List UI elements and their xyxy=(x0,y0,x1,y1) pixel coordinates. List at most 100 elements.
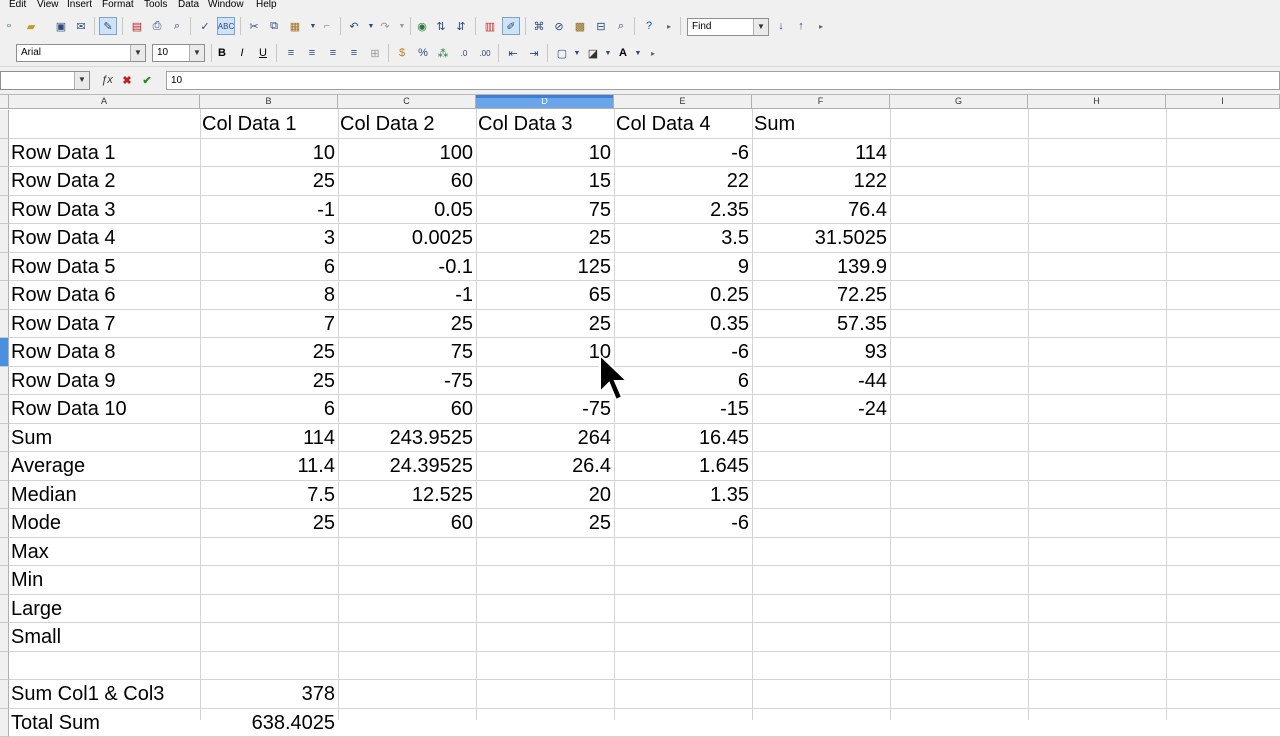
data-sources-icon[interactable]: ⊟ xyxy=(592,17,610,35)
cell-d22[interactable] xyxy=(478,709,611,737)
cell-c4[interactable]: 0.05 xyxy=(340,196,473,224)
cell-c12[interactable]: 243.9525 xyxy=(340,424,473,452)
name-box[interactable]: ▼ xyxy=(0,71,90,90)
undo-icon[interactable]: ↶ xyxy=(345,17,363,35)
cell-f7[interactable]: 72.25 xyxy=(754,281,887,309)
cell-b21[interactable]: 378 xyxy=(202,680,335,708)
cell-f21[interactable] xyxy=(754,680,887,708)
row-header[interactable] xyxy=(0,338,9,367)
cell-a14[interactable]: Median xyxy=(11,481,197,509)
cell-c3[interactable]: 60 xyxy=(340,167,473,195)
gallery-icon[interactable]: ▩ xyxy=(571,17,589,35)
find-previous-icon[interactable]: ↑ xyxy=(792,17,810,35)
cell-a7[interactable]: Row Data 6 xyxy=(11,281,197,309)
cell-b14[interactable]: 7.5 xyxy=(202,481,335,509)
find-toolbar-options-icon[interactable]: ▸ xyxy=(812,17,830,35)
cell-f9[interactable]: 93 xyxy=(754,338,887,366)
increase-indent-icon[interactable]: ⇥ xyxy=(525,44,543,62)
cell-e14[interactable]: 1.35 xyxy=(616,481,749,509)
menu-help[interactable]: Help xyxy=(256,0,277,10)
new-document-icon[interactable]: ▫ xyxy=(0,17,18,35)
cell-c20[interactable] xyxy=(340,652,473,680)
cell-d3[interactable]: 15 xyxy=(478,167,611,195)
cell-b12[interactable]: 114 xyxy=(202,424,335,452)
menu-view[interactable]: View xyxy=(37,0,59,10)
font-size-box[interactable]: 10 ▼ xyxy=(152,44,205,62)
row-header[interactable] xyxy=(0,367,9,396)
cell-a11[interactable]: Row Data 10 xyxy=(11,395,197,423)
toolbar-options-icon[interactable]: ▸ xyxy=(660,17,678,35)
cell-f18[interactable] xyxy=(754,595,887,623)
accept-icon[interactable]: ✔ xyxy=(138,71,156,89)
cell-b17[interactable] xyxy=(202,566,335,594)
delete-decimal-icon[interactable]: .00 xyxy=(476,44,494,62)
cell-e7[interactable]: 0.25 xyxy=(616,281,749,309)
cell-d21[interactable] xyxy=(478,680,611,708)
cell-f5[interactable]: 31.5025 xyxy=(754,224,887,252)
cell-b15[interactable]: 25 xyxy=(202,509,335,537)
cell-e11[interactable]: -15 xyxy=(616,395,749,423)
row-header[interactable] xyxy=(0,452,9,481)
cell-a19[interactable]: Small xyxy=(11,623,197,651)
align-right-icon[interactable]: ≡ xyxy=(324,44,342,62)
cell-f10[interactable]: -44 xyxy=(754,367,887,395)
redo-dropdown-icon[interactable]: ▼ xyxy=(393,17,411,35)
standard-format-icon[interactable]: ⁂ xyxy=(434,44,452,62)
copy-icon[interactable]: ⧉ xyxy=(265,17,283,35)
cell-d17[interactable] xyxy=(478,566,611,594)
row-header[interactable] xyxy=(0,253,9,282)
cell-f17[interactable] xyxy=(754,566,887,594)
cell-f11[interactable]: -24 xyxy=(754,395,887,423)
cell-e22[interactable] xyxy=(616,709,749,737)
cell-b18[interactable] xyxy=(202,595,335,623)
print-icon[interactable]: ⎙ xyxy=(148,17,166,35)
cell-d13[interactable]: 26.4 xyxy=(478,452,611,480)
row-header[interactable] xyxy=(0,281,9,310)
cell-b9[interactable]: 25 xyxy=(202,338,335,366)
cell-f16[interactable] xyxy=(754,538,887,566)
cell-d1[interactable]: Col Data 3 xyxy=(478,110,611,138)
cell-d11[interactable]: -75 xyxy=(478,395,611,423)
column-header-d[interactable]: D xyxy=(476,95,614,109)
row-header[interactable] xyxy=(0,481,9,510)
align-center-icon[interactable]: ≡ xyxy=(303,44,321,62)
autospellcheck-icon[interactable]: ABC xyxy=(217,17,235,35)
cell-c11[interactable]: 60 xyxy=(340,395,473,423)
menu-format[interactable]: Format xyxy=(102,0,134,10)
cell-c21[interactable] xyxy=(340,680,473,708)
menu-insert[interactable]: Insert xyxy=(67,0,92,10)
cell-a3[interactable]: Row Data 2 xyxy=(11,167,197,195)
cell-e20[interactable] xyxy=(616,652,749,680)
row-header[interactable] xyxy=(0,680,9,709)
font-size-dropdown-icon[interactable]: ▼ xyxy=(189,45,204,61)
cell-d16[interactable] xyxy=(478,538,611,566)
cell-a13[interactable]: Average xyxy=(11,452,197,480)
cell-f8[interactable]: 57.35 xyxy=(754,310,887,338)
cell-c5[interactable]: 0.0025 xyxy=(340,224,473,252)
italic-button[interactable]: I xyxy=(233,44,251,62)
cell-e13[interactable]: 1.645 xyxy=(616,452,749,480)
cell-b20[interactable] xyxy=(202,652,335,680)
column-header-g[interactable]: G xyxy=(890,95,1028,109)
cell-e2[interactable]: -6 xyxy=(616,139,749,167)
cell-a2[interactable]: Row Data 1 xyxy=(11,139,197,167)
formatting-toolbar-options-icon[interactable]: ▸ xyxy=(644,44,662,62)
cell-a12[interactable]: Sum xyxy=(11,424,197,452)
cell-f3[interactable]: 122 xyxy=(754,167,887,195)
cell-d10[interactable] xyxy=(478,367,611,395)
align-left-icon[interactable]: ≡ xyxy=(282,44,300,62)
cell-f12[interactable] xyxy=(754,424,887,452)
print-preview-icon[interactable]: ⌕ xyxy=(168,17,186,35)
column-header-c[interactable]: C xyxy=(338,95,476,109)
row-header[interactable] xyxy=(0,595,9,624)
cell-c9[interactable]: 75 xyxy=(340,338,473,366)
row-header[interactable] xyxy=(0,538,9,567)
cell-e12[interactable]: 16.45 xyxy=(616,424,749,452)
clone-formatting-icon[interactable]: ⌐ xyxy=(318,17,336,35)
cell-e10[interactable]: 6 xyxy=(616,367,749,395)
row-header[interactable] xyxy=(0,652,9,681)
percent-format-icon[interactable]: % xyxy=(414,44,432,62)
show-draw-functions-icon[interactable]: ✐ xyxy=(502,17,520,35)
cell-b8[interactable]: 7 xyxy=(202,310,335,338)
cell-f4[interactable]: 76.4 xyxy=(754,196,887,224)
